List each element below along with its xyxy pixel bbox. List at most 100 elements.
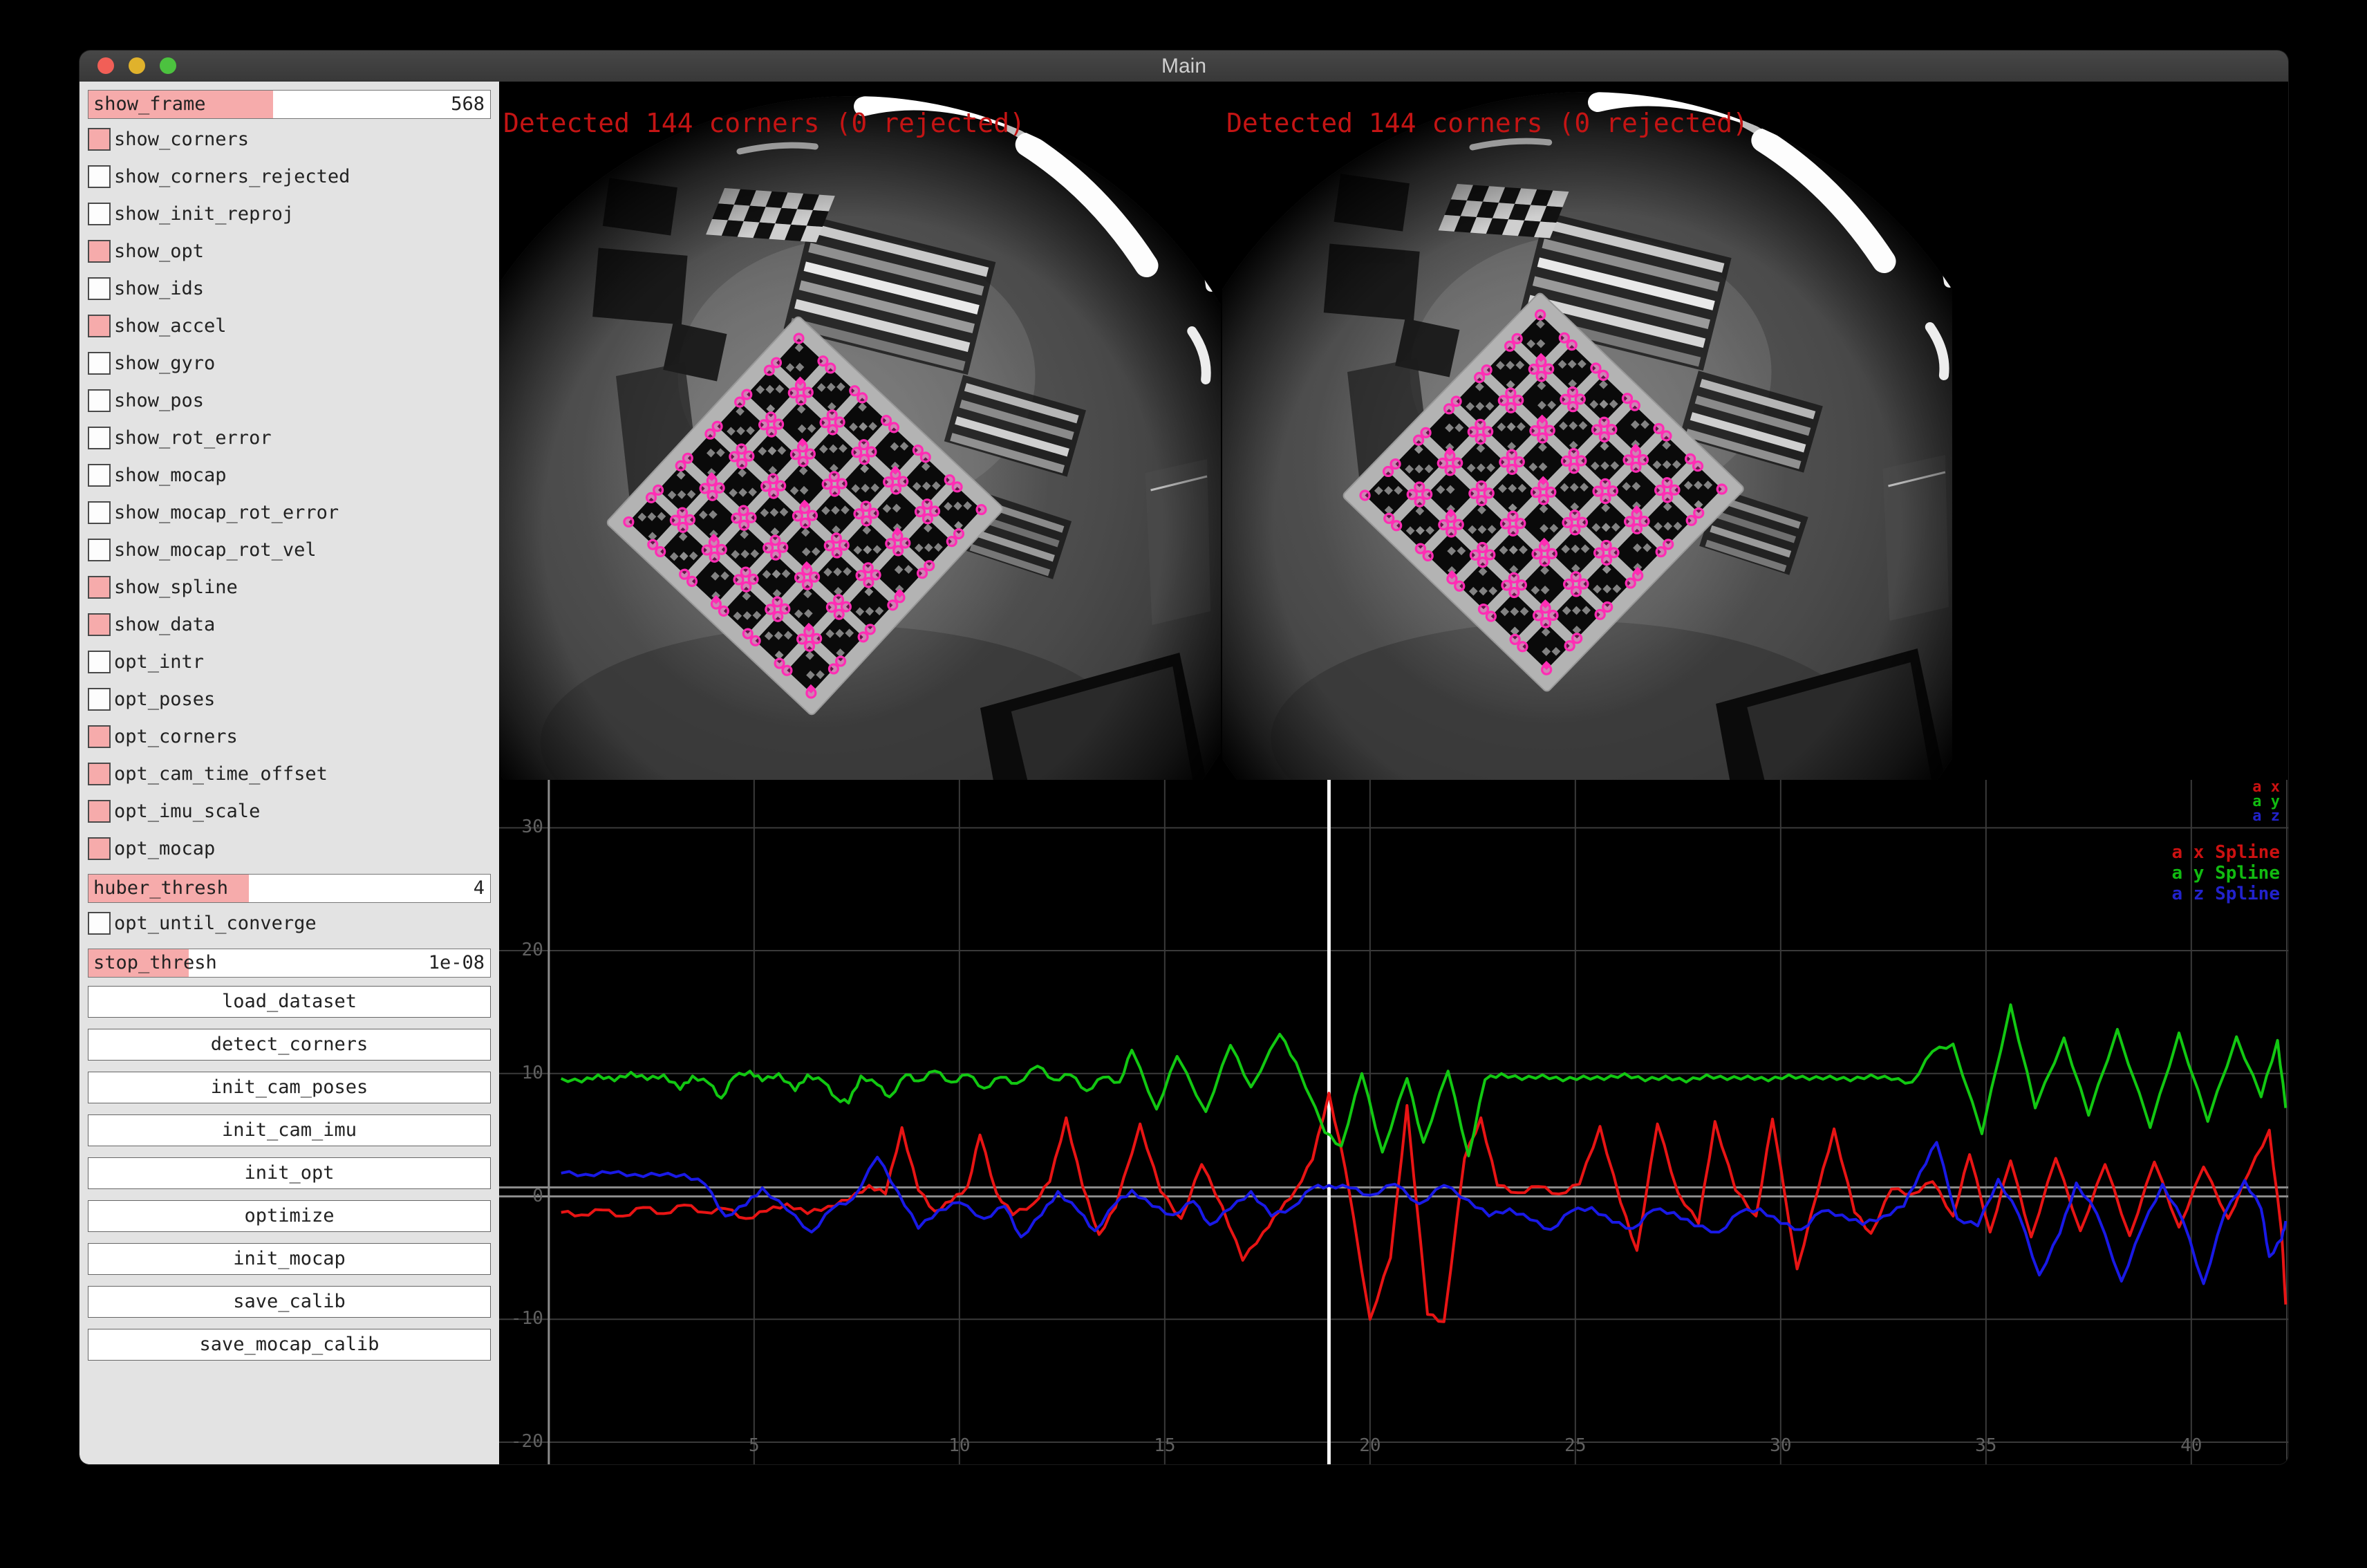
main-window: Main show_frame568 show_corners show_corne… [79, 50, 2288, 1464]
checkbox-label: show_mocap [114, 465, 227, 486]
checkbox-label: show_corners_rejected [114, 166, 350, 187]
checkbox-label: show_rot_error [114, 427, 272, 449]
button-init_mocap[interactable]: init_mocap [88, 1243, 491, 1275]
checkbox-opt_imu_scale[interactable]: opt_imu_scale [88, 799, 491, 823]
checkbox-checked-icon [88, 128, 111, 151]
button-label: init_opt [244, 1162, 334, 1184]
checkbox-unchecked-icon [88, 352, 111, 375]
checkbox-label: show_opt [114, 241, 204, 262]
checkbox-unchecked-icon [88, 165, 111, 188]
button-save_calib[interactable]: save_calib [88, 1286, 491, 1318]
button-label: detect_corners [211, 1034, 368, 1055]
button-label: init_mocap [233, 1248, 346, 1269]
slider-huber_thresh[interactable]: huber_thresh 4 [88, 874, 491, 903]
slider-label: stop_thresh [93, 949, 217, 977]
slider-show_frame[interactable]: show_frame568 [88, 90, 491, 119]
checkbox-unchecked-icon [88, 501, 111, 524]
checkbox-opt_mocap[interactable]: opt_mocap [88, 837, 491, 860]
y-tick-label: 20 [500, 940, 543, 960]
checkbox-unchecked-icon [88, 651, 111, 673]
button-label: load_dataset [222, 991, 357, 1012]
checkbox-label: show_data [114, 614, 215, 635]
checkbox-checked-icon [88, 315, 111, 337]
checkbox-checked-icon [88, 240, 111, 263]
checkbox-show_rot_error[interactable]: show_rot_error [88, 426, 491, 449]
checkbox-opt_poses[interactable]: opt_poses [88, 687, 491, 711]
fisheye-image-0 [499, 82, 1221, 780]
slider-label: show_frame [93, 91, 206, 118]
checkbox-show_opt[interactable]: show_opt [88, 239, 491, 263]
legend-item: a x [2252, 780, 2280, 794]
y-tick-label: 10 [500, 1063, 543, 1083]
checkbox-checked-icon [88, 800, 111, 823]
checkbox-label: show_accel [114, 315, 227, 337]
checkbox-unchecked-icon [88, 427, 111, 449]
legend-item: a y Spline [2171, 863, 2280, 884]
checkbox-unchecked-icon [88, 539, 111, 561]
plot-legend-spline: a x Splinea y Splinea z Spline [2171, 842, 2280, 904]
button-detect_corners[interactable]: detect_corners [88, 1029, 491, 1061]
slider-stop_thresh[interactable]: stop_thresh 1e-08 [88, 949, 491, 978]
checkbox-show_spline[interactable]: show_spline [88, 575, 491, 599]
button-label: init_cam_imu [222, 1119, 357, 1141]
x-tick-label: 20 [1348, 1435, 1392, 1456]
checkbox-opt_until_converge[interactable]: opt_until_converge [88, 911, 491, 935]
checkbox-show_accel[interactable]: show_accel [88, 314, 491, 337]
camera-view-1[interactable]: Detected 144 corners (0 rejected) [1222, 82, 1952, 780]
checkbox-label: show_mocap_rot_error [114, 502, 339, 523]
button-init_cam_poses[interactable]: init_cam_poses [88, 1072, 491, 1103]
slider-value: 4 [474, 875, 485, 902]
slider-value: 1e-08 [429, 949, 485, 977]
checkbox-label: opt_until_converge [114, 913, 317, 934]
button-label: save_calib [233, 1291, 346, 1312]
x-tick-label: 30 [1759, 1435, 1803, 1456]
accel-plot-canvas [499, 780, 2288, 1464]
button-load_dataset[interactable]: load_dataset [88, 986, 491, 1018]
y-tick-label: 0 [500, 1186, 543, 1206]
checkbox-show_mocap_rot_vel[interactable]: show_mocap_rot_vel [88, 538, 491, 561]
legend-item: a z [2252, 809, 2280, 823]
checkbox-unchecked-icon [88, 203, 111, 225]
detection-status-text-1: Detected 144 corners (0 rejected) [1226, 109, 1748, 137]
checkbox-checked-icon [88, 725, 111, 748]
detection-status-text-0: Detected 144 corners (0 rejected) [503, 109, 1025, 137]
fisheye-image-1 [1222, 82, 1952, 780]
checkbox-label: opt_intr [114, 651, 204, 673]
checkbox-opt_intr[interactable]: opt_intr [88, 650, 491, 673]
button-save_mocap_calib[interactable]: save_mocap_calib [88, 1329, 491, 1361]
checkbox-opt_cam_time_offset[interactable]: opt_cam_time_offset [88, 762, 491, 785]
checkbox-label: opt_mocap [114, 838, 215, 859]
legend-item: a y [2252, 794, 2280, 809]
x-tick-label: 25 [1553, 1435, 1598, 1456]
titlebar[interactable]: Main [79, 50, 2288, 82]
camera-view-0[interactable]: Detected 144 corners (0 rejected) [499, 82, 1221, 780]
control-panel: show_frame568 show_corners show_corners_re… [79, 82, 499, 1464]
x-tick-label: 15 [1143, 1435, 1187, 1456]
checkbox-show_gyro[interactable]: show_gyro [88, 351, 491, 375]
checkbox-opt_corners[interactable]: opt_corners [88, 725, 491, 748]
screen-background: { "window": { "title": "Main" }, "sideba… [0, 0, 2367, 1568]
checkbox-checked-icon [88, 837, 111, 860]
checkbox-show_corners[interactable]: show_corners [88, 127, 491, 151]
checkbox-show_init_reproj[interactable]: show_init_reproj [88, 202, 491, 225]
checkbox-show_corners_rejected[interactable]: show_corners_rejected [88, 165, 491, 188]
checkbox-show_pos[interactable]: show_pos [88, 389, 491, 412]
plot-legend-data: a xa ya z [2252, 780, 2280, 823]
checkbox-unchecked-icon [88, 277, 111, 300]
slider-label: huber_thresh [93, 875, 228, 902]
checkbox-label: show_pos [114, 390, 204, 411]
x-tick-label: 40 [2169, 1435, 2214, 1456]
window-title: Main [79, 50, 2288, 82]
checkbox-show_ids[interactable]: show_ids [88, 277, 491, 300]
button-init_cam_imu[interactable]: init_cam_imu [88, 1114, 491, 1146]
accel-plot[interactable]: a xa ya z a x Splinea y Splinea z Spline… [499, 780, 2288, 1464]
button-label: save_mocap_calib [199, 1334, 379, 1355]
y-tick-label: 30 [500, 816, 543, 837]
checkbox-show_mocap_rot_error[interactable]: show_mocap_rot_error [88, 501, 491, 524]
checkbox-show_data[interactable]: show_data [88, 613, 491, 636]
checkbox-unchecked-icon [88, 389, 111, 412]
button-init_opt[interactable]: init_opt [88, 1157, 491, 1189]
checkbox-show_mocap[interactable]: show_mocap [88, 463, 491, 487]
button-optimize[interactable]: optimize [88, 1200, 491, 1232]
x-tick-label: 5 [732, 1435, 776, 1456]
